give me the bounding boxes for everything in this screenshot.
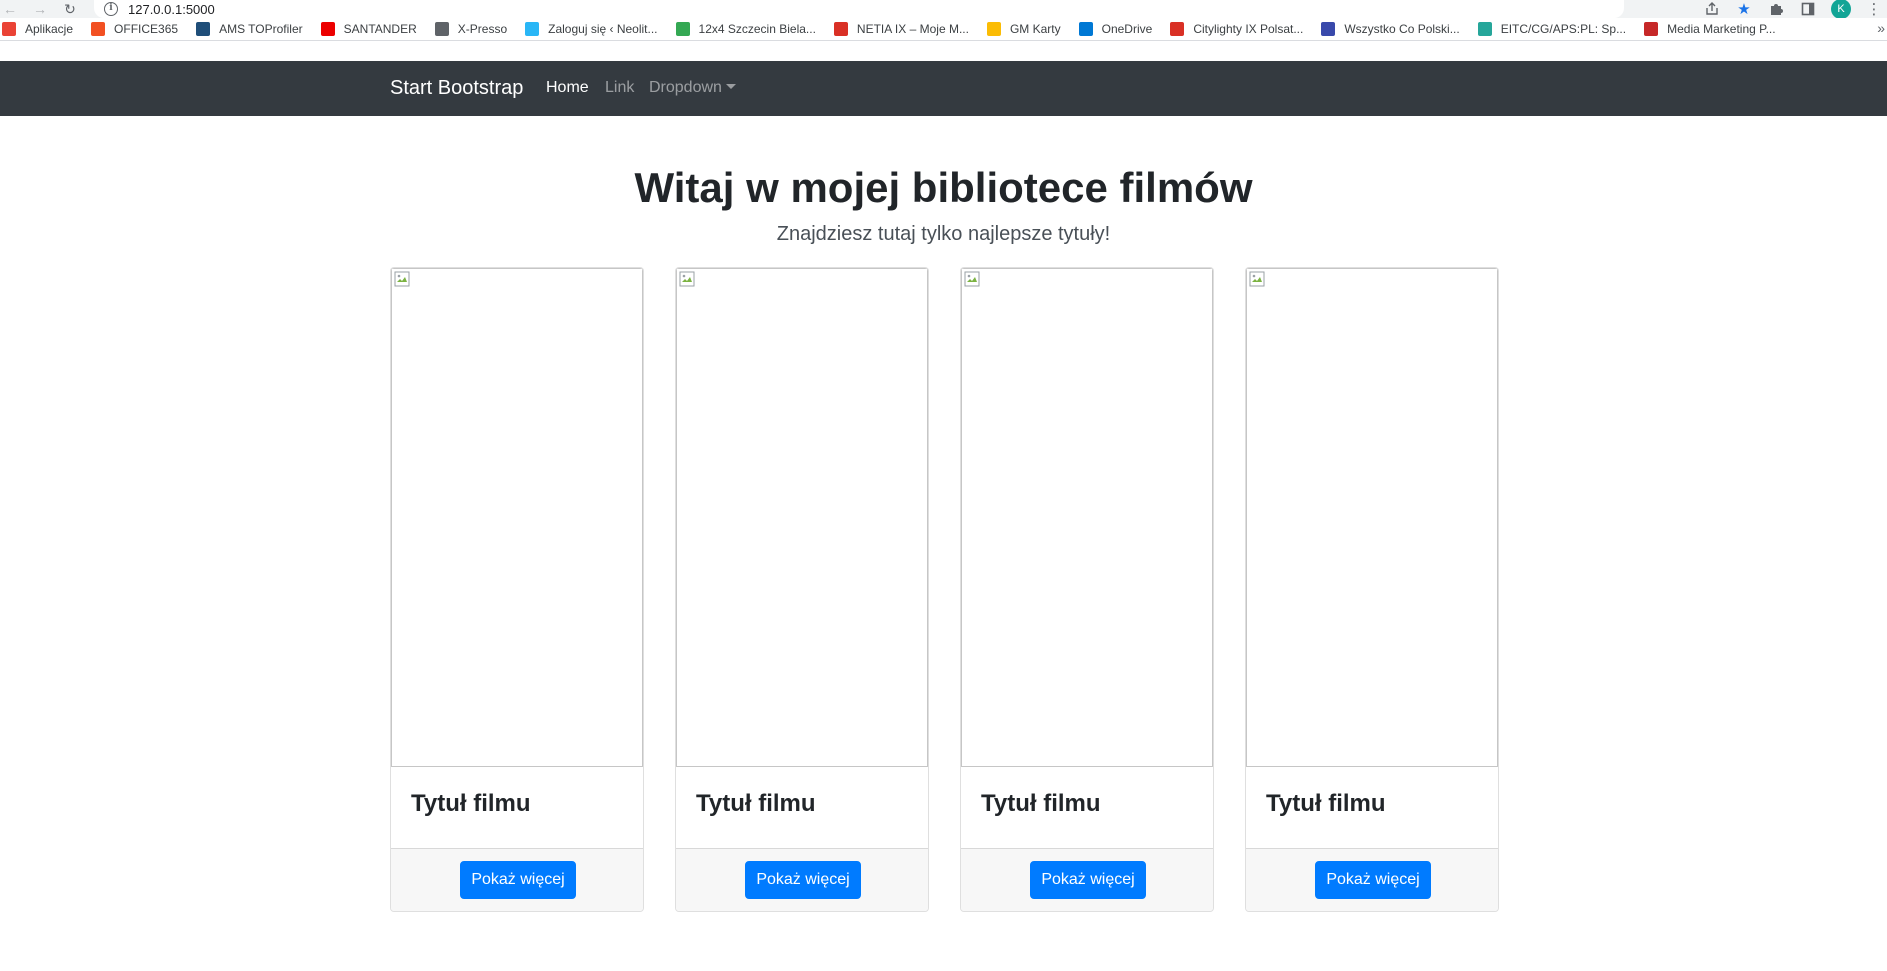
site-navbar: Start Bootstrap Home Link Dropdown xyxy=(0,61,1887,116)
movie-title: Tytuł filmu xyxy=(411,790,531,817)
globe-icon xyxy=(434,22,449,36)
menu-kebab-icon[interactable]: ⋮ xyxy=(1865,0,1883,18)
bookmark-item[interactable]: Citylighty IX Polsat... xyxy=(1170,22,1303,36)
bookmark-label: 12x4 Szczecin Biela... xyxy=(698,22,816,36)
back-icon[interactable]: ← xyxy=(2,1,18,17)
apps-grid-icon xyxy=(2,22,16,36)
bookmark-label: Zaloguj się ‹ Neolit... xyxy=(548,22,658,36)
office-icon xyxy=(91,22,106,36)
bookmark-item[interactable]: SANTANDER xyxy=(320,22,417,36)
nav-dropdown-label: Dropdown xyxy=(649,79,722,96)
cloud-icon xyxy=(1078,22,1093,36)
bookmark-item[interactable]: NETIA IX – Moje M... xyxy=(833,22,969,36)
broken-image-icon xyxy=(679,271,695,287)
more-bookmarks-icon[interactable]: » xyxy=(1877,20,1885,36)
movie-card: Tytuł filmu Pokaż więcej xyxy=(390,267,644,912)
bookmark-star-icon[interactable]: ★ xyxy=(1735,0,1753,18)
nav-dropdown[interactable]: Dropdown xyxy=(649,79,736,97)
caret-down-icon xyxy=(725,84,736,89)
url-text[interactable]: 127.0.0.1:5000 xyxy=(128,2,215,17)
bookmark-item[interactable]: EITC/CG/APS:PL: Sp... xyxy=(1477,22,1627,36)
movie-title: Tytuł filmu xyxy=(1266,790,1386,817)
bookmark-item[interactable]: OFFICE365 xyxy=(91,22,178,36)
show-more-button[interactable]: Pokaż więcej xyxy=(1315,861,1431,899)
bookmark-item[interactable]: Wszystko Co Polski... xyxy=(1321,22,1460,36)
broken-image-icon xyxy=(1249,271,1265,287)
show-more-button[interactable]: Pokaż więcej xyxy=(460,861,576,899)
card-footer: Pokaż więcej xyxy=(1246,848,1498,911)
bookmark-item[interactable]: X-Presso xyxy=(434,22,508,36)
browser-toolbar: ← → ↻ i 127.0.0.1:5000 ★ K ⋮ xyxy=(0,0,1887,19)
bookmark-label: Media Marketing P... xyxy=(1667,22,1776,36)
movie-poster-image xyxy=(1246,268,1498,767)
chevron-logo-icon xyxy=(196,22,211,36)
bookmark-label: NETIA IX – Moje M... xyxy=(856,22,969,36)
map-pin-icon xyxy=(833,22,848,36)
side-panel-icon[interactable] xyxy=(1799,0,1817,18)
broken-image-icon xyxy=(964,271,980,287)
page-subtitle: Znajdziesz tutaj tylko najlepsze tytuły! xyxy=(776,223,1111,245)
drive-icon xyxy=(986,22,1001,36)
bookmark-label: Citylighty IX Polsat... xyxy=(1193,22,1304,36)
movie-card: Tytuł filmu Pokaż więcej xyxy=(675,267,929,912)
movie-card: Tytuł filmu Pokaż więcej xyxy=(960,267,1214,912)
map-pin-icon xyxy=(1170,22,1185,36)
bookmark-item[interactable]: Aplikacje xyxy=(2,22,73,36)
bookmark-item[interactable]: OneDrive xyxy=(1078,22,1153,36)
site-info-icon[interactable]: i xyxy=(104,2,118,16)
movie-card: Tytuł filmu Pokaż więcej xyxy=(1245,267,1499,912)
show-more-button[interactable]: Pokaż więcej xyxy=(1030,861,1146,899)
bookmark-label: Aplikacje xyxy=(25,22,74,36)
bookmarks-bar: Aplikacje OFFICE365 AMS TOProfiler SANTANDE… xyxy=(0,18,1887,41)
broken-image-icon xyxy=(394,271,410,287)
grid-icon xyxy=(1477,22,1492,36)
santander-icon xyxy=(320,22,335,36)
profile-avatar[interactable]: K xyxy=(1831,0,1851,19)
wave-icon xyxy=(1644,22,1659,36)
bookmark-label: SANTANDER xyxy=(343,22,417,36)
nav-link-link[interactable]: Link xyxy=(605,79,634,97)
address-bar[interactable]: i 127.0.0.1:5000 xyxy=(94,0,1624,18)
bookmark-label: OneDrive xyxy=(1101,22,1153,36)
bookmark-label: Wszystko Co Polski... xyxy=(1344,22,1460,36)
movie-title: Tytuł filmu xyxy=(981,790,1101,817)
movie-poster-image xyxy=(391,268,643,767)
neolit-icon xyxy=(525,22,540,36)
forward-icon[interactable]: → xyxy=(32,1,48,17)
extensions-puzzle-icon[interactable] xyxy=(1767,0,1785,18)
bookmark-label: OFFICE365 xyxy=(114,22,179,36)
bookmark-label: AMS TOProfiler xyxy=(219,22,303,36)
bookmark-item[interactable]: Media Marketing P... xyxy=(1644,22,1776,36)
reload-icon[interactable]: ↻ xyxy=(62,1,78,17)
movie-poster-image xyxy=(676,268,928,767)
card-footer: Pokaż więcej xyxy=(676,848,928,911)
bookmark-item[interactable]: 12x4 Szczecin Biela... xyxy=(675,22,816,36)
bookmark-item[interactable]: Zaloguj się ‹ Neolit... xyxy=(525,22,658,36)
card-footer: Pokaż więcej xyxy=(391,848,643,911)
pinwheel-icon xyxy=(675,22,690,36)
page-title: Witaj w mojej bibliotece filmów xyxy=(634,164,1253,211)
bookmark-label: X-Presso xyxy=(457,22,508,36)
movie-poster-image xyxy=(961,268,1213,767)
bookmark-item[interactable]: AMS TOProfiler xyxy=(196,22,303,36)
site-icon xyxy=(1321,22,1336,36)
nav-link-home[interactable]: Home xyxy=(546,79,589,97)
card-footer: Pokaż więcej xyxy=(961,848,1213,911)
share-icon[interactable] xyxy=(1703,0,1721,18)
show-more-button[interactable]: Pokaż więcej xyxy=(745,861,861,899)
bookmark-label: GM Karty xyxy=(1009,22,1061,36)
movie-title: Tytuł filmu xyxy=(696,790,816,817)
navbar-brand[interactable]: Start Bootstrap xyxy=(390,77,523,100)
bookmark-item[interactable]: GM Karty xyxy=(986,22,1061,36)
bookmark-label: EITC/CG/APS:PL: Sp... xyxy=(1500,22,1627,36)
